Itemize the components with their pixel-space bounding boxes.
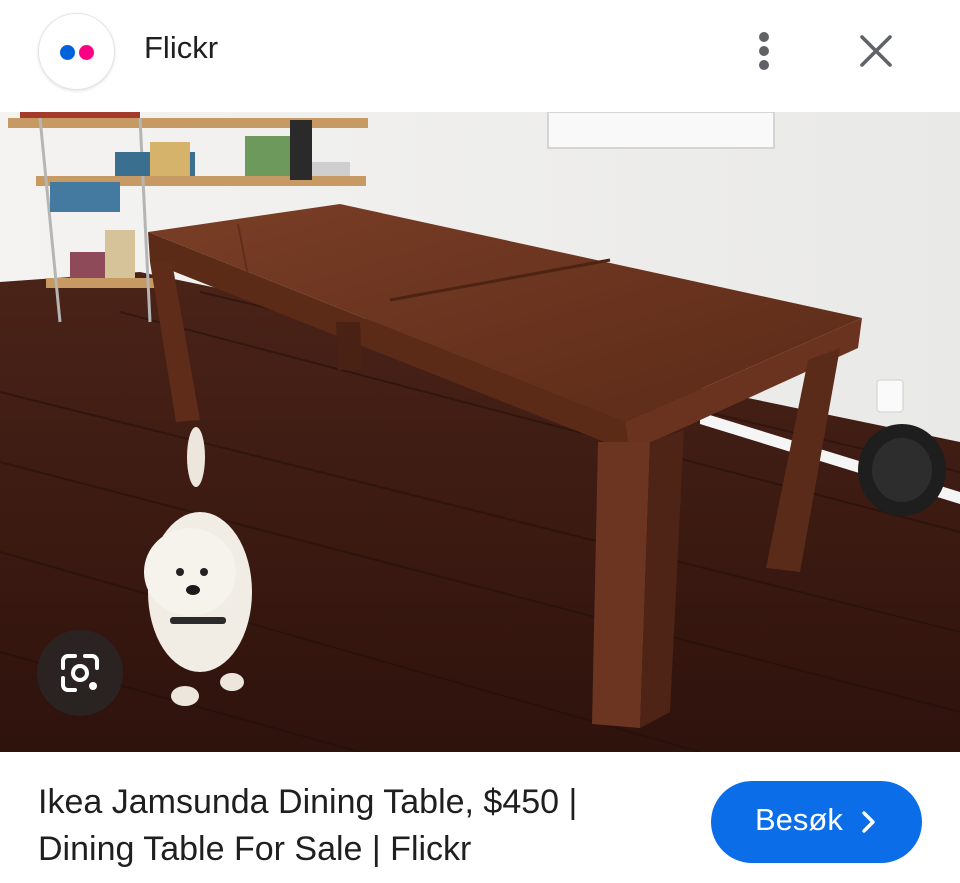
result-image[interactable]	[0, 112, 960, 752]
flickr-logo-blue-dot	[60, 45, 75, 60]
more-options-button[interactable]	[740, 25, 788, 77]
result-title[interactable]: Ikea Jamsunda Dining Table, $450 | Dinin…	[38, 779, 678, 873]
more-vert-icon	[759, 32, 769, 42]
flickr-logo-pink-dot	[79, 45, 94, 60]
close-button[interactable]	[850, 25, 902, 77]
chevron-right-icon	[862, 811, 875, 833]
visit-button[interactable]: Besøk	[711, 781, 922, 863]
site-name[interactable]: Flickr	[144, 30, 218, 66]
google-lens-icon	[61, 654, 99, 692]
google-lens-button[interactable]	[37, 630, 123, 716]
visit-button-label: Besøk	[755, 802, 843, 837]
dining-table-photo	[0, 112, 960, 752]
header: Flickr	[0, 0, 960, 112]
flickr-logo-icon[interactable]	[38, 13, 115, 90]
close-icon	[860, 35, 892, 67]
